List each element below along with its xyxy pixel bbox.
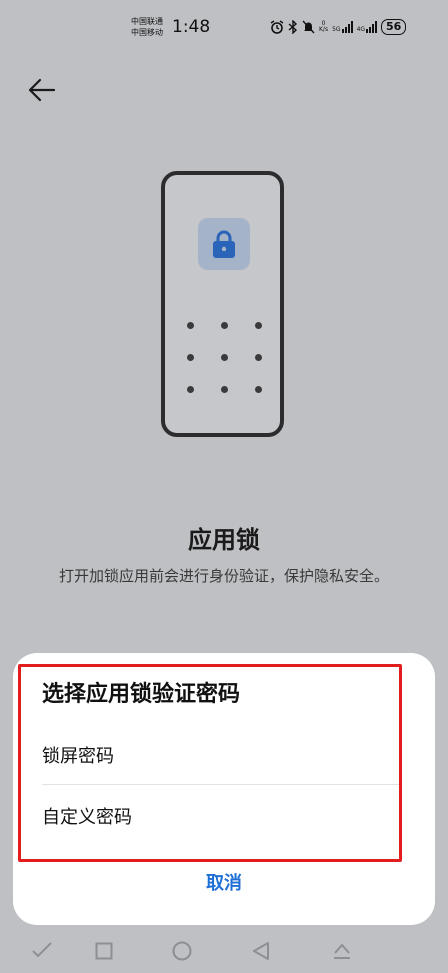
clock: 1:48 [172,17,211,37]
pattern-dot [221,386,228,393]
carrier-info: 中国联通 中国移动 [131,16,163,38]
keyboard-hide-icon[interactable] [331,941,353,961]
triangle-nav-icon[interactable] [252,941,270,961]
pattern-dot [255,354,262,361]
signal-icon [341,21,353,33]
pattern-dot [187,386,194,393]
alarm-icon [270,20,284,34]
phone-illustration [161,171,284,437]
mute-icon [302,20,315,34]
signal-icon [366,21,378,33]
carrier-1: 中国联通 [131,17,163,26]
highlight-box [18,664,402,862]
pattern-dot [221,322,228,329]
back-nav-icon[interactable] [30,941,54,961]
pattern-dot [221,354,228,361]
system-icons: 0 K/s 5G 4G 56 [270,19,407,35]
bluetooth-icon [288,20,298,34]
net-speed-unit: K/s [319,26,329,33]
lock-tile [198,218,250,270]
lock-icon [213,230,235,258]
signal-1-type: 5G [332,26,341,33]
carrier-2: 中国移动 [131,28,163,37]
signal-2: 4G [356,21,378,33]
back-arrow-icon[interactable] [26,76,58,104]
recents-nav-icon[interactable] [95,942,113,960]
pattern-dot [255,322,262,329]
battery-icon: 56 [381,19,407,35]
home-nav-icon[interactable] [172,941,192,961]
signal-2-type: 4G [356,26,366,33]
cancel-button[interactable]: 取消 [0,869,448,895]
net-speed: 0 K/s [319,21,328,33]
navigation-bar [0,925,448,973]
pattern-dot [187,354,194,361]
pattern-dot [187,322,194,329]
status-bar: 中国联通 中国移动 1:48 0 K/s 5G 4G 56 [0,0,448,52]
page-description: 打开加锁应用前会进行身份验证，保护隐私安全。 [58,567,389,585]
pattern-dot [255,386,262,393]
page-title: 应用锁 [188,526,260,554]
signal-1: 5G [332,21,353,33]
